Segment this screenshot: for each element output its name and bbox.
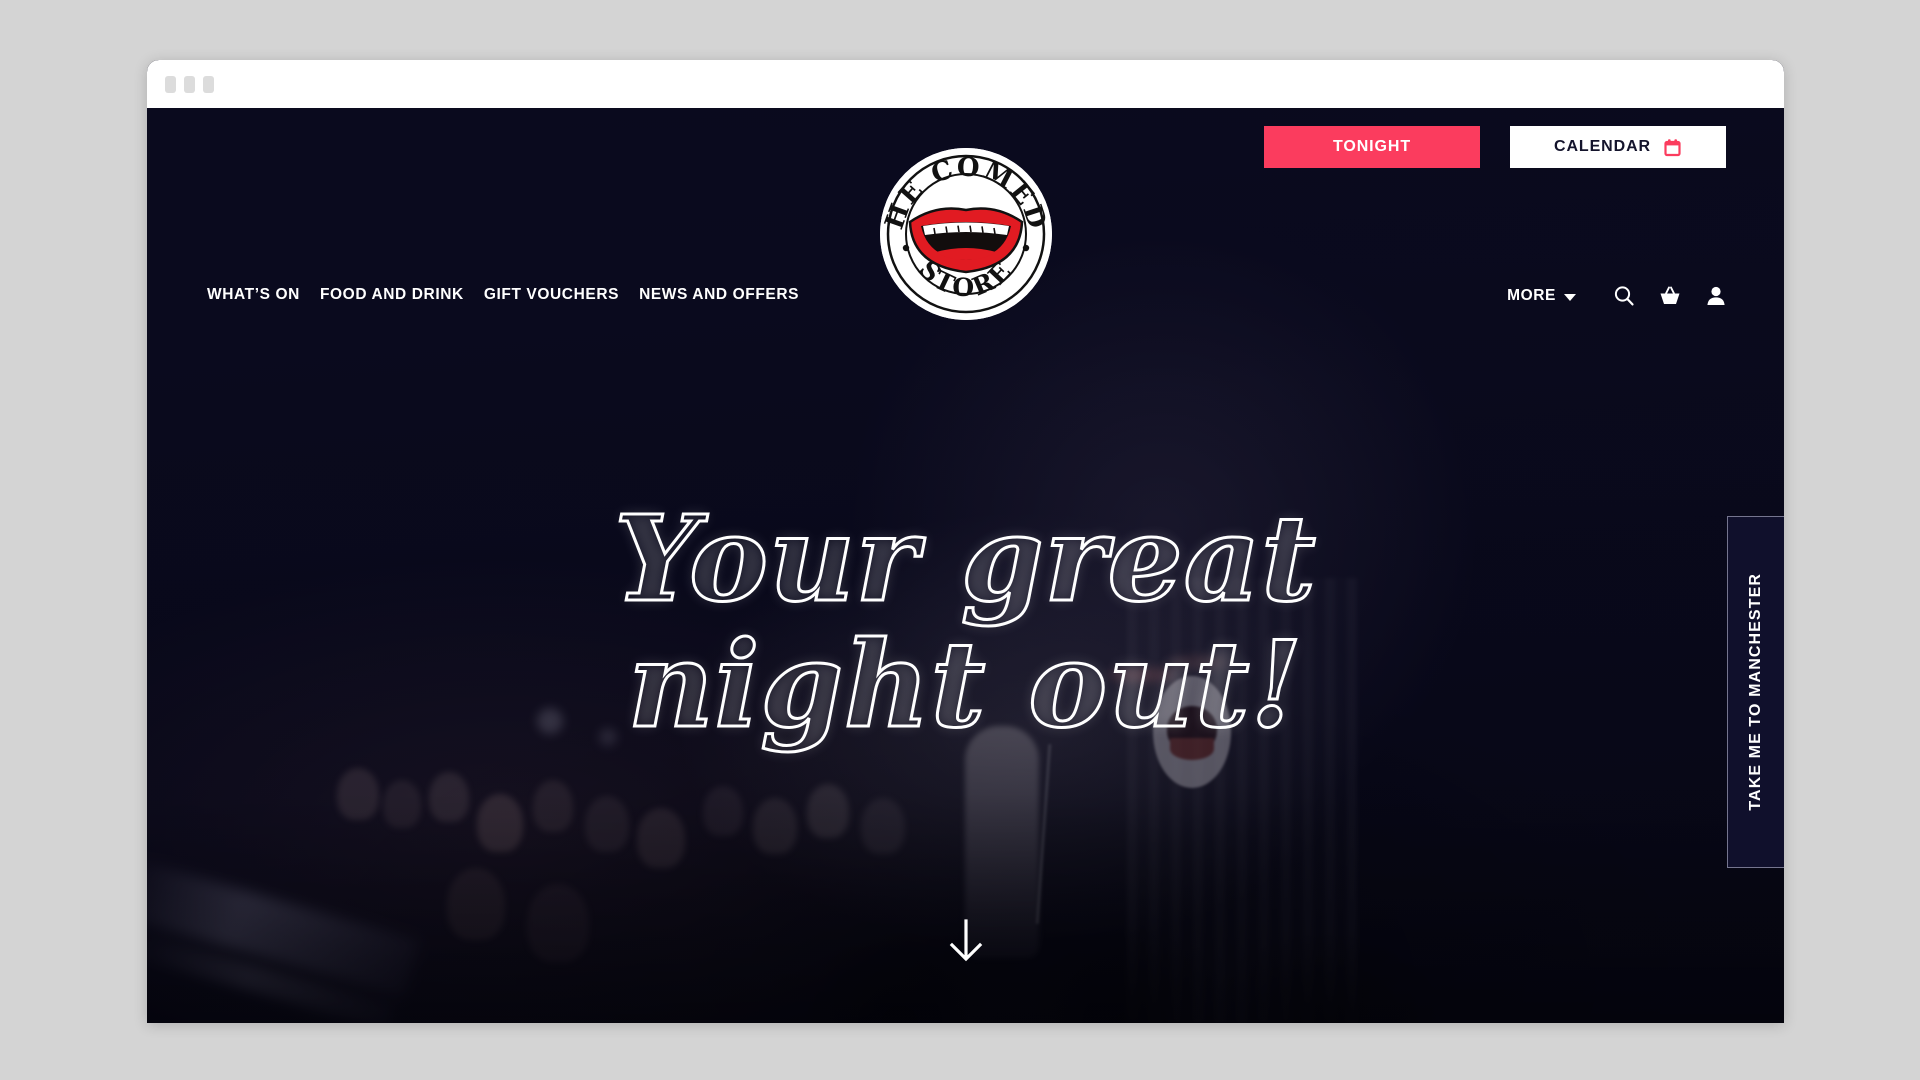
tonight-button[interactable]: TONIGHT (1264, 126, 1480, 168)
calendar-button[interactable]: CALENDAR (1510, 126, 1726, 168)
search-icon[interactable] (1612, 284, 1636, 308)
take-me-to-manchester-tab[interactable]: TAKE ME TO MANCHESTER (1727, 516, 1784, 868)
more-menu-button[interactable]: MORE (1507, 287, 1576, 305)
window-dot-1[interactable] (165, 75, 176, 93)
window-dot-3[interactable] (203, 75, 214, 93)
browser-title-bar (147, 60, 1784, 108)
logo-artwork: THE COMEDY STORE (879, 148, 1052, 320)
side-tab-label: TAKE ME TO MANCHESTER (1747, 573, 1764, 811)
header-action-buttons: TONIGHT CALENDAR (1264, 126, 1726, 168)
calendar-button-label: CALENDAR (1554, 138, 1651, 155)
account-icon[interactable] (1704, 284, 1728, 308)
browser-window: TONIGHT CALENDAR WHAT’S ON FOOD AND DRIN… (147, 60, 1784, 1023)
window-dot-2[interactable] (184, 75, 195, 93)
desktop-background: TONIGHT CALENDAR WHAT’S ON FOOD AND DRIN… (0, 0, 1920, 1080)
tonight-button-label: TONIGHT (1332, 138, 1411, 155)
header-utility-nav: MORE (1507, 284, 1728, 308)
chevron-down-icon (1564, 293, 1576, 301)
page-viewport: TONIGHT CALENDAR WHAT’S ON FOOD AND DRIN… (147, 108, 1784, 1023)
nav-link-news-and-offers[interactable]: NEWS AND OFFERS (639, 286, 799, 304)
comedy-store-logo[interactable]: THE COMEDY STORE (879, 148, 1052, 320)
more-menu-label: MORE (1507, 287, 1556, 304)
calendar-icon (1663, 138, 1682, 157)
scroll-down-arrow-icon[interactable] (948, 918, 984, 973)
basket-icon[interactable] (1658, 284, 1682, 308)
nav-link-food-and-drink[interactable]: FOOD AND DRINK (320, 286, 464, 304)
nav-link-gift-vouchers[interactable]: GIFT VOUCHERS (484, 286, 619, 304)
nav-link-whats-on[interactable]: WHAT’S ON (207, 286, 300, 304)
main-navigation: WHAT’S ON FOOD AND DRINK GIFT VOUCHERS N… (207, 286, 799, 304)
